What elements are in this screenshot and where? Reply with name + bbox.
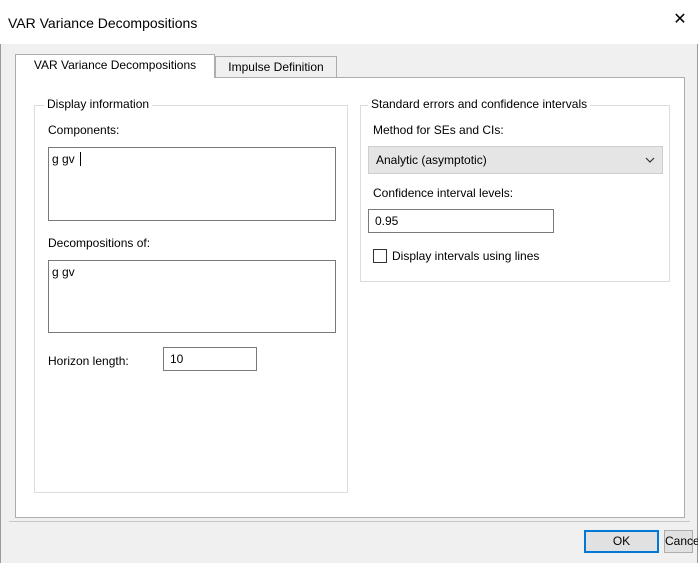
- display-intervals-checkbox[interactable]: [373, 249, 387, 263]
- confidence-interval-input[interactable]: 0.95: [368, 209, 554, 233]
- method-select[interactable]: Analytic (asymptotic): [368, 146, 663, 174]
- window-border-left: [0, 44, 1, 563]
- horizon-length-input[interactable]: 10: [163, 347, 257, 371]
- decompositions-of-field[interactable]: g gv: [48, 260, 336, 333]
- ok-button[interactable]: OK: [584, 530, 659, 553]
- components-value: g gv: [52, 152, 79, 166]
- footer-divider: [9, 521, 690, 522]
- method-label: Method for SEs and CIs:: [373, 123, 504, 137]
- display-intervals-label[interactable]: Display intervals using lines: [392, 249, 539, 263]
- tab-var-variance-decompositions[interactable]: VAR Variance Decompositions: [15, 54, 215, 78]
- decompositions-of-label: Decompositions of:: [48, 236, 151, 250]
- method-select-value: Analytic (asymptotic): [376, 153, 487, 167]
- text-caret: [80, 152, 82, 166]
- chevron-down-icon: [645, 157, 655, 163]
- tab-impulse-definition[interactable]: Impulse Definition: [215, 56, 337, 78]
- window-title: VAR Variance Decompositions: [8, 15, 198, 31]
- close-icon[interactable]: ✕: [671, 11, 689, 29]
- confidence-interval-label: Confidence interval levels:: [373, 186, 514, 200]
- cancel-button[interactable]: Cancel: [664, 530, 698, 553]
- horizon-length-label: Horizon length:: [48, 354, 129, 368]
- decompositions-of-value: g gv: [52, 265, 75, 279]
- display-information-legend: Display information: [44, 97, 153, 111]
- standard-errors-legend: Standard errors and confidence intervals: [368, 97, 591, 111]
- components-field[interactable]: g gv: [48, 147, 336, 221]
- components-label: Components:: [48, 123, 120, 137]
